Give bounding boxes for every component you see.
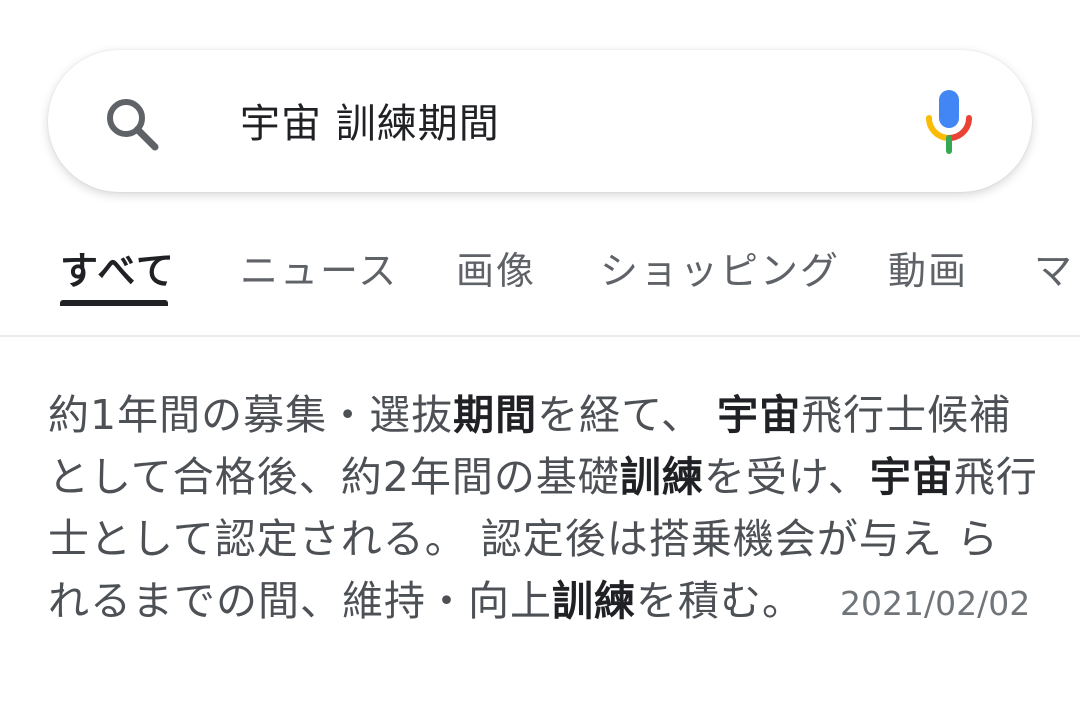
snippet-text: を積む。 (636, 577, 804, 625)
tab-news[interactable]: ニュース (240, 240, 398, 295)
tab-videos[interactable]: 動画 (888, 240, 968, 295)
snippet-highlight: 期間 (453, 391, 538, 439)
tab-all[interactable]: すべて (60, 240, 176, 295)
search-icon[interactable] (102, 94, 162, 154)
snippet-highlight: 訓練 (619, 453, 704, 501)
snippet-highlight: 訓練 (552, 577, 636, 625)
search-results-page: 宇宙 訓練期間 すべて ニュース 画像 ショッピング 動画 マ 約1年間の募集・… (0, 0, 1080, 714)
snippet-text: を受け、 (703, 453, 870, 501)
active-tab-indicator (60, 300, 168, 306)
featured-snippet-text: 約1年間の募集・選抜期間を経て、 宇宙飛行士候補として合格後、約2年間の基礎訓練… (48, 384, 1038, 635)
snippet-date: 2021/02/02 (840, 584, 1031, 623)
search-tabs: すべて ニュース 画像 ショッピング 動画 マ (0, 226, 1080, 310)
snippet-highlight: 宇宙 (869, 453, 954, 501)
microphone-icon[interactable] (924, 88, 974, 154)
tab-images[interactable]: 画像 (456, 240, 536, 295)
search-input[interactable]: 宇宙 訓練期間 (240, 92, 500, 156)
tabs-divider (0, 335, 1080, 337)
search-bar[interactable] (48, 50, 1032, 192)
tab-shopping[interactable]: ショッピング (600, 240, 840, 295)
snippet-text: を経て、 (537, 391, 718, 439)
snippet-highlight: 宇宙 (717, 391, 802, 439)
snippet-text: 約1年間の募集・選抜 (48, 391, 454, 439)
tab-maps[interactable]: マ (1034, 240, 1074, 295)
